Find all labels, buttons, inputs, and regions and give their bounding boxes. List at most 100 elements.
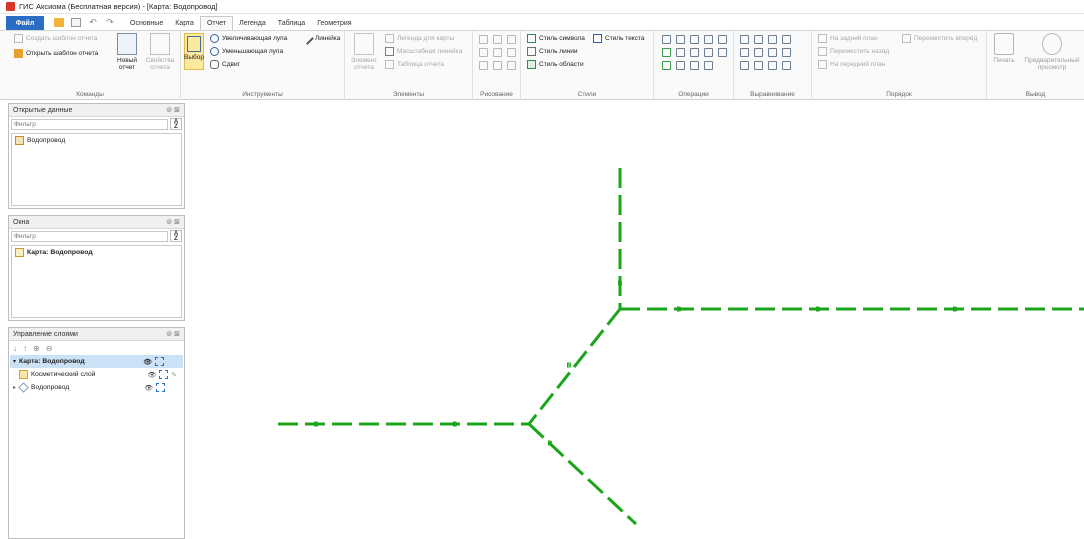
same-height-icon[interactable]	[754, 61, 763, 70]
open-template-button[interactable]: Открыть шаблон отчета	[14, 49, 98, 58]
distribute-v-icon[interactable]	[782, 48, 791, 57]
bring-forward-button[interactable]: Переместить вперёд	[902, 34, 977, 43]
selectable-icon[interactable]	[156, 383, 165, 392]
layer-item-water-supply[interactable]: ▸ Водопровод 👁	[9, 381, 184, 394]
water-pipe-network[interactable]	[278, 168, 1084, 526]
ellipse-draw-icon[interactable]	[507, 35, 516, 44]
split-icon[interactable]	[676, 35, 685, 44]
line-style-button[interactable]: Стиль линии	[527, 47, 578, 56]
print-preview-button[interactable]: Предварительный просмотр	[1021, 33, 1083, 71]
select-tool-button[interactable]: Выбор	[184, 33, 204, 70]
symbol-style-button[interactable]: Стиль символа	[527, 34, 585, 43]
scale-bar-button[interactable]: Масштабная линейка	[385, 47, 462, 56]
print-button[interactable]: Печать	[990, 33, 1018, 64]
arc-draw-icon[interactable]	[493, 48, 502, 57]
scale-object-icon[interactable]	[704, 61, 713, 70]
node-add-icon[interactable]	[662, 48, 671, 57]
erase-outside-icon[interactable]	[704, 35, 713, 44]
rounded-rect-icon[interactable]	[507, 61, 516, 70]
zoom-in-button[interactable]: Увеличивающая лупа	[210, 34, 287, 43]
generalize-icon[interactable]	[718, 48, 727, 57]
open-data-filter-input[interactable]	[11, 118, 168, 130]
pin-icon[interactable]: ⊘	[166, 218, 172, 226]
distribute-h-icon[interactable]	[768, 48, 777, 57]
visibility-eye-icon[interactable]: 👁	[143, 358, 152, 366]
align-bottom-icon[interactable]	[754, 48, 763, 57]
area-style-button[interactable]: Стиль области	[527, 60, 584, 69]
editable-pencil-icon[interactable]: ✎	[171, 371, 177, 379]
close-icon[interactable]: ⊠	[174, 330, 180, 338]
map-canvas[interactable]: В В В В В В В В	[188, 102, 1084, 539]
redo-icon[interactable]: ↷	[105, 17, 115, 27]
move-layer-up-icon[interactable]: ↑	[23, 344, 27, 353]
polygon-outline-icon[interactable]	[493, 61, 502, 70]
tab-table[interactable]: Таблица	[272, 16, 311, 30]
mirror-icon[interactable]	[676, 61, 685, 70]
layer-tree-root[interactable]: ▾ Карта: Водопровод 👁	[10, 355, 183, 368]
bring-to-front-button[interactable]: На передний план	[818, 60, 885, 69]
add-layer-icon[interactable]: ⊕	[33, 344, 40, 353]
align-middle-icon[interactable]	[740, 48, 749, 57]
visibility-eye-icon[interactable]: 👁	[144, 384, 153, 392]
buffer-icon[interactable]	[718, 35, 727, 44]
pipe-segment-southeast[interactable]	[527, 422, 638, 526]
save-icon[interactable]	[71, 17, 81, 27]
tab-map[interactable]: Карта	[169, 16, 200, 30]
tab-legend[interactable]: Легенда	[233, 16, 272, 30]
tab-report[interactable]: Отчет	[199, 16, 234, 30]
sort-az-icon[interactable]: AZ	[170, 230, 182, 242]
visibility-eye-icon[interactable]: 👁	[148, 371, 157, 379]
text-draw-icon[interactable]	[479, 48, 488, 57]
tab-file[interactable]: Файл	[6, 16, 44, 30]
selectable-icon[interactable]	[155, 357, 164, 366]
symbol-draw-icon[interactable]	[479, 35, 488, 44]
space-h-icon[interactable]	[768, 61, 777, 70]
report-properties-button[interactable]: Свойства отчета	[143, 33, 177, 71]
move-backward-button[interactable]: Переместить назад	[818, 47, 889, 56]
list-item[interactable]: Карта: Водопровод	[12, 246, 181, 259]
rectangle-draw-icon[interactable]	[507, 48, 516, 57]
open-folder-icon[interactable]	[54, 17, 64, 27]
layer-item-cosmetic[interactable]: Косметический слой 👁 ✎	[9, 368, 184, 381]
align-right-icon[interactable]	[768, 35, 777, 44]
close-icon[interactable]: ⊠	[174, 106, 180, 114]
same-width-icon[interactable]	[740, 61, 749, 70]
expand-arrow-icon[interactable]: ▸	[13, 384, 16, 391]
convert-polyline-icon[interactable]	[676, 48, 685, 57]
rotate-icon[interactable]	[662, 61, 671, 70]
offset-icon[interactable]	[690, 61, 699, 70]
polygon-draw-icon[interactable]	[493, 35, 502, 44]
line-draw-icon[interactable]	[479, 61, 488, 70]
pan-button[interactable]: Сдвиг	[210, 60, 240, 69]
report-table-button[interactable]: Таблица отчета	[385, 60, 444, 69]
move-layer-down-icon[interactable]: ↓	[13, 344, 17, 353]
zoom-out-button[interactable]: Уменьшающая лупа	[210, 47, 283, 56]
remove-layer-icon[interactable]: ⊖	[46, 344, 53, 353]
close-icon[interactable]: ⊠	[174, 218, 180, 226]
tab-geometry[interactable]: Геометрия	[311, 16, 357, 30]
new-report-button[interactable]: Новый отчет	[113, 33, 141, 71]
sort-az-icon[interactable]: AZ	[170, 118, 182, 130]
smooth-icon[interactable]	[704, 48, 713, 57]
text-style-button[interactable]: Стиль текста	[593, 34, 645, 43]
map-drawing[interactable]: В В В В В В В В	[188, 102, 1084, 539]
erase-icon[interactable]	[690, 35, 699, 44]
tab-main[interactable]: Основные	[124, 16, 169, 30]
pin-icon[interactable]: ⊘	[166, 106, 172, 114]
align-left-icon[interactable]	[740, 35, 749, 44]
create-template-button[interactable]: Создать шаблон отчета	[14, 34, 97, 43]
map-legend-button[interactable]: Легенда для карты	[385, 34, 454, 43]
undo-icon[interactable]: ↶	[88, 17, 98, 27]
collapse-arrow-icon[interactable]: ▾	[13, 358, 16, 365]
align-top-icon[interactable]	[782, 35, 791, 44]
space-v-icon[interactable]	[782, 61, 791, 70]
report-element-button[interactable]: Элемент отчета	[349, 33, 379, 71]
send-to-back-button[interactable]: На задний план	[818, 34, 878, 43]
selectable-icon[interactable]	[159, 370, 169, 379]
windows-filter-input[interactable]	[11, 230, 168, 242]
pin-icon[interactable]: ⊘	[166, 330, 172, 338]
convert-region-icon[interactable]	[690, 48, 699, 57]
align-center-icon[interactable]	[754, 35, 763, 44]
pipe-segment-diagonal[interactable]	[527, 308, 622, 425]
combine-icon[interactable]	[662, 35, 671, 44]
